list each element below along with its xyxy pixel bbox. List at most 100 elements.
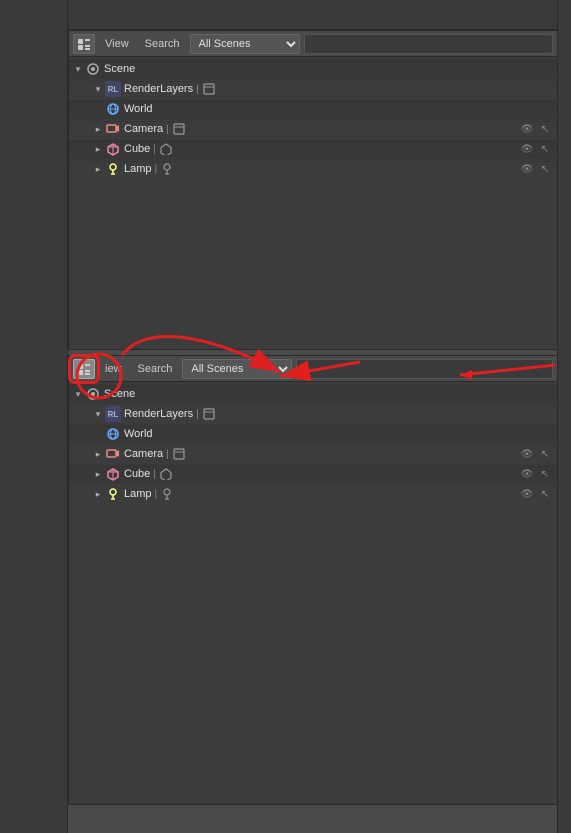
top-search-input[interactable]: [304, 34, 553, 54]
camera-action-icon[interactable]: [172, 122, 186, 136]
cube-right-icons: 👁 ↖: [519, 141, 553, 157]
separator: |: [196, 84, 199, 95]
camera-icon: [105, 446, 121, 462]
cursor-icon[interactable]: ↖: [537, 161, 553, 177]
lamp-right-icons: 👁 ↖: [519, 486, 553, 502]
cursor-icon[interactable]: ↖: [537, 486, 553, 502]
separator: |: [153, 469, 156, 480]
separator: |: [153, 144, 156, 155]
bottom-search-menu[interactable]: Search: [132, 359, 179, 379]
expand-arrow: ▸: [93, 449, 103, 459]
tree-row[interactable]: ▾ Scene: [69, 59, 557, 79]
lamp-right-icons: 👁 ↖: [519, 161, 553, 177]
lamp-action-icon[interactable]: [160, 162, 174, 176]
expand-arrow: ▸: [93, 164, 103, 174]
separator: |: [166, 124, 169, 135]
eye-icon[interactable]: 👁: [519, 466, 535, 482]
tree-row[interactable]: ▸ Cube | 👁 ↖: [69, 464, 557, 484]
expand-arrow: ▸: [93, 469, 103, 479]
top-search-menu[interactable]: Search: [139, 34, 186, 54]
eye-icon[interactable]: 👁: [519, 486, 535, 502]
tree-row[interactable]: ▸ Cube | 👁 ↖: [69, 139, 557, 159]
top-header-bar: View Search All Scenes: [69, 31, 557, 57]
bottom-view-menu[interactable]: iew: [99, 359, 128, 379]
lamp-label: Lamp: [124, 163, 152, 175]
outliner-icon: [77, 362, 91, 376]
tree-row[interactable]: ▸ Camera | 👁 ↖: [69, 119, 557, 139]
renderlayer-action-icon[interactable]: [202, 407, 216, 421]
camera-right-icons: 👁 ↖: [519, 121, 553, 137]
tree-row[interactable]: ▸ Lamp | 👁 ↖: [69, 159, 557, 179]
scene-icon: [85, 386, 101, 402]
camera-label: Camera: [124, 123, 163, 135]
separator: |: [166, 449, 169, 460]
right-panel: [557, 0, 571, 833]
renderlayer-icon: RL: [105, 406, 121, 422]
tree-row[interactable]: ▾ RL RenderLayers |: [69, 404, 557, 424]
tree-row[interactable]: World: [69, 424, 557, 444]
lamp-label: Lamp: [124, 488, 152, 500]
renderlayer-label: RenderLayers: [124, 83, 193, 95]
top-outliner-icon-btn[interactable]: [73, 34, 95, 54]
bottom-scenes-dropdown[interactable]: All Scenes: [182, 359, 292, 379]
separator: |: [155, 489, 158, 500]
expand-arrow: ▾: [93, 409, 103, 419]
cursor-icon[interactable]: ↖: [537, 466, 553, 482]
top-bar: [0, 0, 571, 30]
eye-icon[interactable]: 👁: [519, 121, 535, 137]
eye-icon[interactable]: 👁: [519, 161, 535, 177]
camera-icon: [105, 121, 121, 137]
tree-row[interactable]: ▸ Camera | 👁 ↖: [69, 444, 557, 464]
tree-row[interactable]: ▸ Lamp | 👁 ↖: [69, 484, 557, 504]
cube-icon: [105, 141, 121, 157]
cursor-icon[interactable]: ↖: [537, 141, 553, 157]
cursor-icon[interactable]: ↖: [537, 121, 553, 137]
bottom-search-input[interactable]: [296, 359, 553, 379]
cube-right-icons: 👁 ↖: [519, 466, 553, 482]
renderlayer-action-icon[interactable]: [202, 82, 216, 96]
bottom-outliner-icon-btn[interactable]: [73, 359, 95, 379]
expand-arrow: ▸: [93, 124, 103, 134]
cursor-icon[interactable]: ↖: [537, 446, 553, 462]
expand-arrow: ▾: [73, 389, 83, 399]
world-icon: [105, 101, 121, 117]
camera-right-icons: 👁 ↖: [519, 446, 553, 462]
renderlayer-label: RenderLayers: [124, 408, 193, 420]
camera-action-icon[interactable]: [172, 447, 186, 461]
lamp-icon: [105, 161, 121, 177]
cube-action-icon[interactable]: [159, 467, 173, 481]
tree-row[interactable]: ▾ Scene: [69, 384, 557, 404]
scene-label: Scene: [104, 63, 135, 75]
lamp-action-icon[interactable]: [160, 487, 174, 501]
top-view-menu[interactable]: View: [99, 34, 135, 54]
camera-label: Camera: [124, 448, 163, 460]
separator: |: [155, 164, 158, 175]
outliner-top: View Search All Scenes ▾ Scene ▾ RL Rend…: [68, 30, 558, 350]
expand-arrow: [93, 429, 103, 439]
world-label: World: [124, 103, 153, 115]
outliner-bottom: iew Search All Scenes ▾ Scene ▾ RL Rende…: [68, 355, 558, 805]
scene-label: Scene: [104, 388, 135, 400]
cube-action-icon[interactable]: [159, 142, 173, 156]
tree-row[interactable]: ▾ RL RenderLayers |: [69, 79, 557, 99]
tree-row[interactable]: World: [69, 99, 557, 119]
top-tree-content: ▾ Scene ▾ RL RenderLayers |: [69, 57, 557, 181]
bottom-tree-content: ▾ Scene ▾ RL RenderLayers |: [69, 382, 557, 506]
cube-icon: [105, 466, 121, 482]
left-panel: [0, 0, 68, 833]
expand-arrow: ▾: [93, 84, 103, 94]
eye-icon[interactable]: 👁: [519, 141, 535, 157]
renderlayer-icon: RL: [105, 81, 121, 97]
separator: |: [196, 409, 199, 420]
expand-arrow: ▾: [73, 64, 83, 74]
eye-icon[interactable]: 👁: [519, 446, 535, 462]
expand-arrow: ▸: [93, 144, 103, 154]
cube-label: Cube: [124, 468, 150, 480]
expand-arrow: [93, 104, 103, 114]
lamp-icon: [105, 486, 121, 502]
world-label: World: [124, 428, 153, 440]
top-scenes-dropdown[interactable]: All Scenes: [190, 34, 300, 54]
outliner-icon: [77, 37, 91, 51]
cube-label: Cube: [124, 143, 150, 155]
scene-icon: [85, 61, 101, 77]
